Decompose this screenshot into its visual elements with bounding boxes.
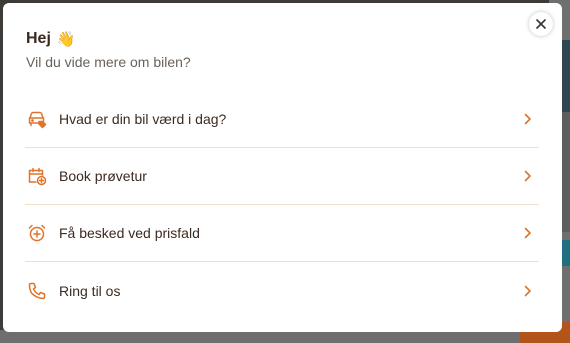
calendar-car-icon bbox=[26, 165, 48, 187]
waving-hand-icon: 👋 bbox=[56, 31, 76, 48]
menu-item-label: Ring til os bbox=[59, 282, 121, 299]
menu-item-label: Book prøvetur bbox=[59, 168, 147, 184]
menu-item-label: Få besked ved prisfald bbox=[59, 225, 200, 241]
action-menu: Hvad er din bil værd i dag? Book prøvetu… bbox=[25, 91, 539, 319]
close-icon bbox=[536, 19, 546, 29]
menu-item-label: Hvad er din bil værd i dag? bbox=[59, 111, 227, 127]
chevron-right-icon bbox=[521, 284, 535, 298]
menu-item-price-alert[interactable]: Få besked ved prisfald bbox=[25, 205, 539, 262]
modal-header: Hej 👋 bbox=[26, 30, 76, 48]
menu-item-test-drive[interactable]: Book prøvetur bbox=[25, 148, 539, 205]
chevron-right-icon bbox=[521, 169, 535, 183]
close-button[interactable] bbox=[529, 12, 553, 36]
alarm-clock-icon bbox=[26, 222, 48, 244]
menu-item-car-value[interactable]: Hvad er din bil værd i dag? bbox=[25, 91, 539, 148]
chevron-right-icon bbox=[521, 112, 535, 126]
chevron-right-icon bbox=[521, 226, 535, 240]
modal-title: Hej bbox=[26, 30, 51, 47]
menu-item-call-us[interactable]: Ring til os bbox=[25, 262, 539, 319]
phone-icon bbox=[26, 280, 48, 302]
modal-subtitle: Vil du vide mere om bilen? bbox=[26, 54, 191, 70]
contact-modal: Hej 👋 Vil du vide mere om bilen? Hvad er… bbox=[3, 3, 562, 332]
car-tag-icon bbox=[26, 108, 48, 130]
